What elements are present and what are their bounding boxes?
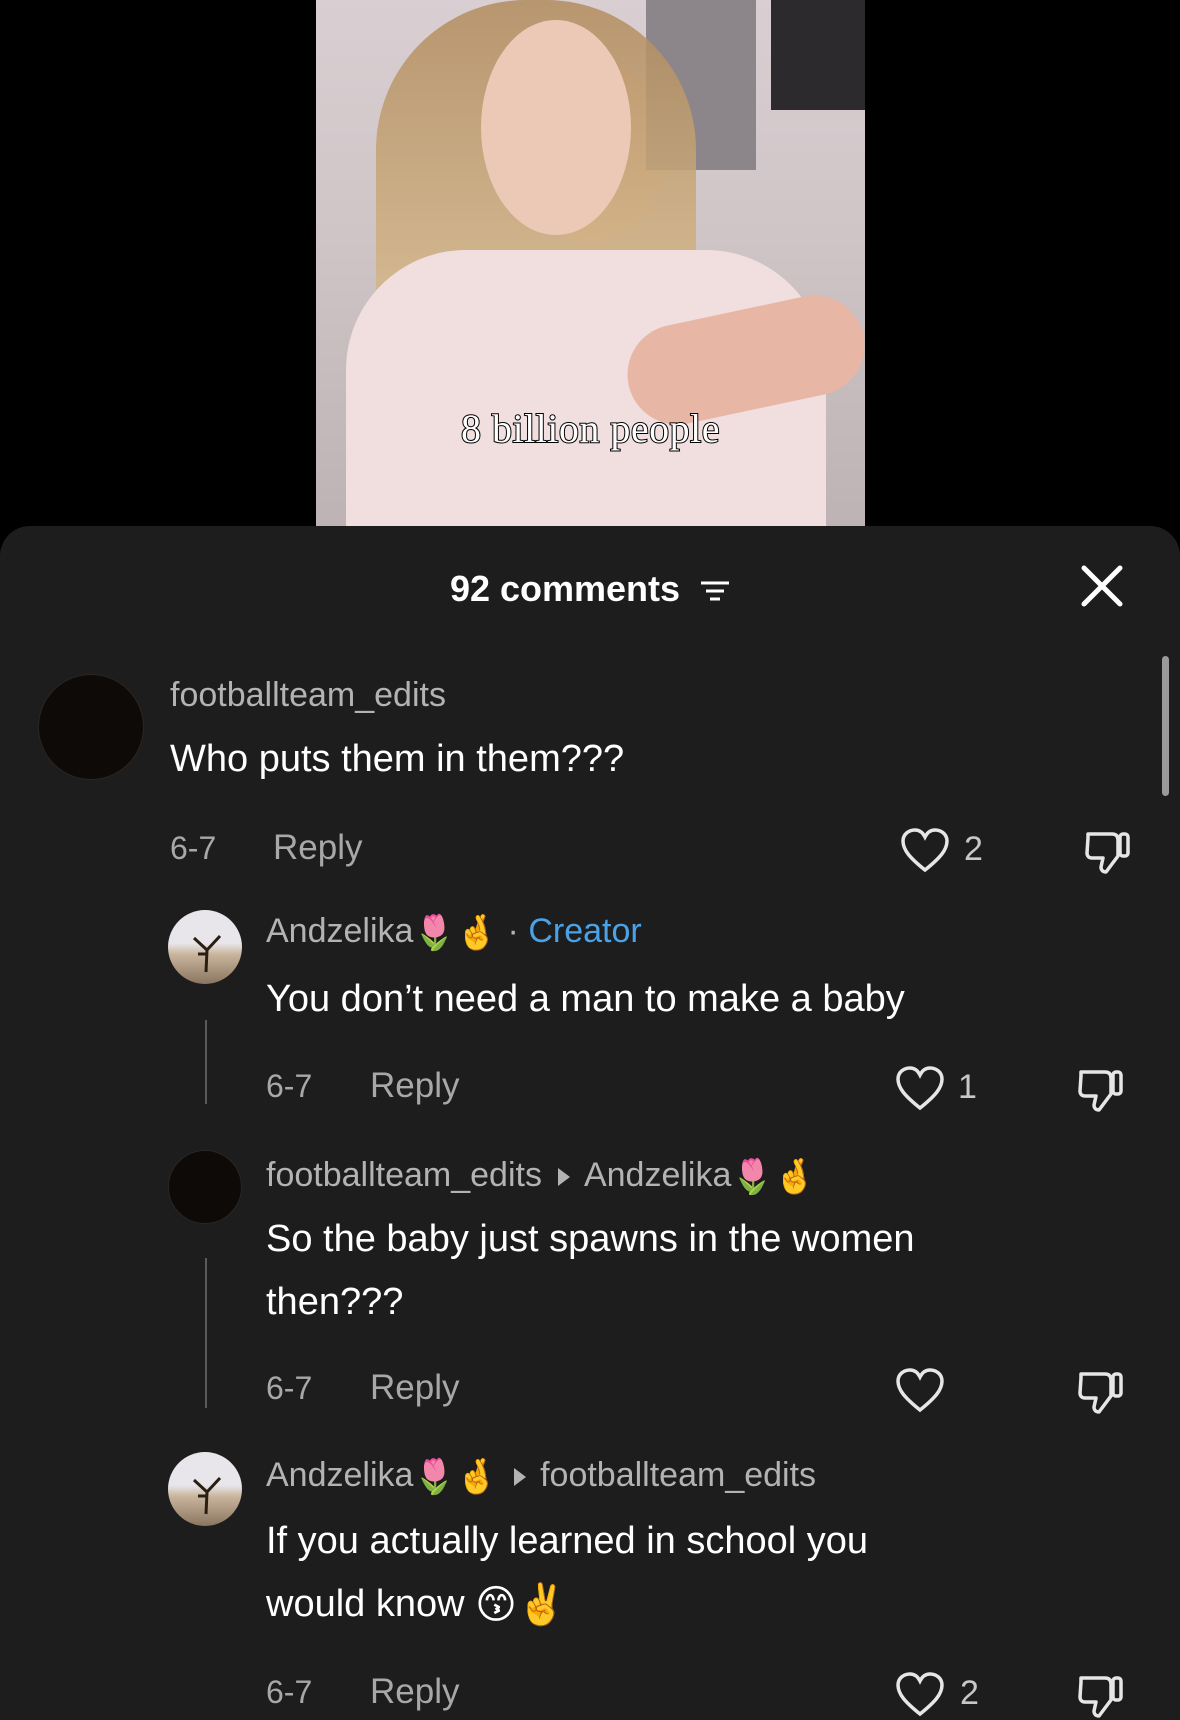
heart-icon[interactable] <box>895 1672 945 1718</box>
like-count: 2 <box>960 1674 979 1712</box>
comments-count: 92 comments <box>449 568 681 609</box>
comments-sheet: 92 comments footballteam_edits Who puts … <box>0 526 1180 1720</box>
comment-date: 6-7 <box>170 830 217 866</box>
dislike-icon[interactable] <box>1075 1366 1125 1416</box>
comment-username[interactable]: footballteam_edits Andzelika🌷🤞 <box>266 1156 816 1197</box>
comment-text-line: So the baby just spawns in the women <box>266 1218 915 1260</box>
comment-text-line: would know 😙✌️ <box>266 1573 567 1637</box>
avatar[interactable] <box>168 1452 242 1526</box>
reply-to-username[interactable]: footballteam_edits <box>540 1456 816 1494</box>
video-caption: 8 billion people <box>460 405 721 452</box>
close-icon[interactable] <box>1080 564 1124 608</box>
comment-text-line: If you actually learned in school you <box>266 1520 869 1562</box>
video-subject-face <box>481 20 631 235</box>
tree-silhouette-icon <box>192 934 222 973</box>
like-count: 1 <box>958 1068 977 1106</box>
comment-text-line: then??? <box>266 1281 404 1323</box>
comment-username[interactable]: footballteam_edits <box>170 676 446 715</box>
username-text: Andzelika <box>266 1456 414 1494</box>
reply-arrow-icon <box>557 1168 570 1187</box>
badge-separator: · <box>498 912 529 950</box>
comments-count-header[interactable]: 92 comments <box>0 568 1180 610</box>
dislike-icon[interactable] <box>1075 1670 1125 1720</box>
reply-button[interactable]: Reply <box>273 828 362 868</box>
comment-date: 6-7 <box>266 1370 313 1406</box>
dislike-icon[interactable] <box>1075 1064 1125 1114</box>
heart-icon[interactable] <box>895 1066 945 1112</box>
avatar[interactable] <box>38 674 144 780</box>
thread-line <box>205 1258 207 1408</box>
tree-silhouette-icon <box>192 1476 222 1515</box>
comment-username[interactable]: Andzelika🌷🤞 · Creator <box>266 912 642 953</box>
comment-text: Who puts them in them??? <box>170 738 625 780</box>
comment-emojis: 😙✌️ <box>475 1583 567 1628</box>
reply-to-emojis: 🌷🤞 <box>731 1158 817 1197</box>
heart-icon[interactable] <box>900 828 950 874</box>
username-emojis: 🌷🤞 <box>413 914 499 953</box>
thread-line <box>205 1020 207 1104</box>
heart-icon[interactable] <box>895 1368 945 1414</box>
comment-date: 6-7 <box>266 1068 313 1104</box>
comment-text: You don’t need a man to make a baby <box>266 978 905 1020</box>
avatar[interactable] <box>168 910 242 984</box>
reply-button[interactable]: Reply <box>370 1368 459 1408</box>
reply-button[interactable]: Reply <box>370 1066 459 1106</box>
username-text: Andzelika <box>266 912 414 950</box>
dislike-icon[interactable] <box>1082 826 1132 876</box>
reply-arrow-icon <box>514 1468 527 1487</box>
like-count: 2 <box>964 830 983 868</box>
comment-date: 6-7 <box>266 1674 313 1710</box>
scrollbar[interactable] <box>1162 656 1169 796</box>
creator-badge: Creator <box>528 912 642 950</box>
video-player[interactable]: 8 billion people <box>316 0 865 528</box>
comment-text-fragment: would know <box>266 1583 465 1625</box>
wall-poster <box>771 0 865 110</box>
username-emojis: 🌷🤞 <box>413 1458 499 1497</box>
comment-username[interactable]: Andzelika🌷🤞 footballteam_edits <box>266 1456 816 1497</box>
reply-to-username[interactable]: Andzelika <box>584 1156 731 1194</box>
reply-button[interactable]: Reply <box>370 1672 459 1712</box>
username-text: footballteam_edits <box>266 1156 542 1194</box>
filter-icon[interactable] <box>700 579 730 603</box>
avatar[interactable] <box>168 1150 242 1224</box>
